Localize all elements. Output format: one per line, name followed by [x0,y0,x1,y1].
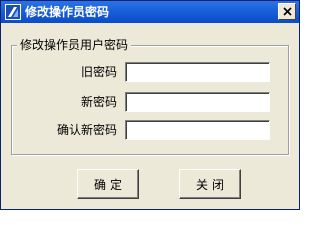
close-icon [283,7,292,16]
app-logo-icon [5,4,21,20]
groupbox-title: 修改操作员用户密码 [17,38,132,52]
change-password-dialog: 修改操作员密码 修改操作员用户密码 旧密码 新密码 确认新密码 确定 关闭 [0,0,300,210]
ok-button[interactable]: 确定 [77,169,139,199]
old-password-label: 旧密码 [80,65,117,79]
title-bar[interactable]: 修改操作员密码 [1,1,299,23]
window-close-button[interactable] [278,3,296,20]
old-password-input[interactable] [125,62,270,82]
window-title: 修改操作员密码 [25,5,110,19]
close-button[interactable]: 关闭 [179,169,241,199]
new-password-input[interactable] [125,92,270,112]
new-password-label: 新密码 [80,95,117,109]
confirm-password-label: 确认新密码 [56,123,117,137]
confirm-password-input[interactable] [125,120,270,140]
